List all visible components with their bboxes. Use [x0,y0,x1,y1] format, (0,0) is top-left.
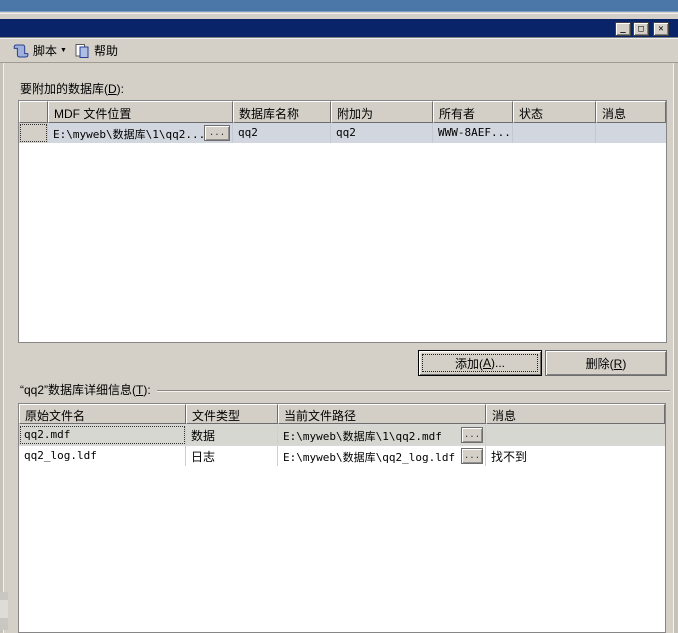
remove-button[interactable]: 删除(R) [545,350,667,376]
script-button[interactable]: 脚本 [10,40,60,61]
column-header-owner[interactable]: 所有者 [433,101,513,123]
maximize-button[interactable]: □ [633,22,649,36]
background-scrollbar [0,592,8,630]
close-button[interactable]: ✕ [653,22,669,36]
database-details-label: “qq2”数据库详细信息(T): [20,381,670,398]
row-selector-cell[interactable] [19,123,48,143]
file-type-cell[interactable]: 日志 [186,446,278,466]
message-cell[interactable]: 找不到 [486,446,665,466]
background-scrollbar-thumb [0,600,8,618]
current-file-path-cell[interactable]: E:\myweb\数据库\1\qq2.mdf ... [278,425,486,445]
help-button[interactable]: 帮助 [71,40,121,61]
minimize-button[interactable]: _ [615,22,631,36]
dialog-toolbar: 脚本 ▼ 帮助 [0,38,678,63]
message-cell[interactable] [486,425,665,445]
table-row[interactable]: E:\myweb\数据库\1\qq2... ... qq2 qq2 WWW-8A… [19,123,666,143]
database-details-grid: 原始文件名 文件类型 当前文件路径 消息 qq2.mdf 数据 E:\myweb… [18,403,666,633]
column-header-file-type[interactable]: 文件类型 [186,404,278,424]
column-header-message[interactable]: 消息 [486,404,665,424]
group-divider [157,390,670,392]
status-cell[interactable] [513,123,596,143]
row-selector-header [19,101,48,123]
browse-path-button[interactable]: ... [461,427,483,443]
window-controls: _ □ ✕ [615,22,669,36]
databases-to-attach-grid: MDF 文件位置 数据库名称 附加为 所有者 状态 消息 E:\myweb\数据… [18,100,667,343]
dialog-right-edge [673,63,678,633]
help-icon [74,43,90,59]
owner-cell[interactable]: WWW-8AEF... [433,123,513,143]
dialog-left-edge [0,63,4,633]
script-button-label: 脚本 [33,42,57,59]
column-header-attach-as[interactable]: 附加为 [331,101,433,123]
table-row[interactable]: qq2.mdf 数据 E:\myweb\数据库\1\qq2.mdf ... [19,424,665,445]
add-button-label: 添加(A)... [423,355,537,371]
table-row[interactable]: qq2_log.ldf 日志 E:\myweb\数据库\qq2_log.ldf … [19,445,665,466]
column-header-status[interactable]: 状态 [513,101,596,123]
dialog-titlebar: _ □ ✕ [0,19,678,38]
current-file-path-value: E:\myweb\数据库\1\qq2.mdf [283,430,442,443]
grid-header-row: MDF 文件位置 数据库名称 附加为 所有者 状态 消息 [19,101,666,123]
column-header-original-file-name[interactable]: 原始文件名 [19,404,186,424]
remove-button-label: 删除(R) [586,355,627,372]
column-header-mdf-location[interactable]: MDF 文件位置 [48,101,233,123]
current-file-path-cell[interactable]: E:\myweb\数据库\qq2_log.ldf ... [278,446,486,466]
column-header-current-file-path[interactable]: 当前文件路径 [278,404,486,424]
original-file-name-cell[interactable]: qq2_log.ldf [19,446,186,466]
attach-database-dialog: _ □ ✕ 脚本 ▼ 帮助 要附加的数据库(D): MDF 文件位置 数据库名称 [0,0,678,633]
script-icon [13,43,29,59]
help-button-label: 帮助 [94,42,118,59]
browse-path-button[interactable]: ... [461,448,483,464]
column-header-message[interactable]: 消息 [596,101,666,123]
add-button[interactable]: 添加(A)... [418,350,542,376]
mdf-location-cell[interactable]: E:\myweb\数据库\1\qq2... ... [48,123,233,143]
background-window-titlebar [0,0,678,12]
mdf-location-value: E:\myweb\数据库\1\qq2... [53,128,205,141]
message-cell[interactable] [596,123,666,143]
column-header-database-name[interactable]: 数据库名称 [233,101,331,123]
grid-header-row: 原始文件名 文件类型 当前文件路径 消息 [19,404,665,424]
file-type-cell[interactable]: 数据 [186,425,278,445]
attach-as-cell[interactable]: qq2 [331,123,433,143]
databases-to-attach-label: 要附加的数据库(D): [20,80,124,97]
original-file-name-cell[interactable]: qq2.mdf [19,425,186,445]
browse-mdf-button[interactable]: ... [204,125,230,141]
script-dropdown-caret[interactable]: ▼ [60,45,71,56]
current-file-path-value: E:\myweb\数据库\qq2_log.ldf [283,451,455,464]
database-name-cell[interactable]: qq2 [233,123,331,143]
